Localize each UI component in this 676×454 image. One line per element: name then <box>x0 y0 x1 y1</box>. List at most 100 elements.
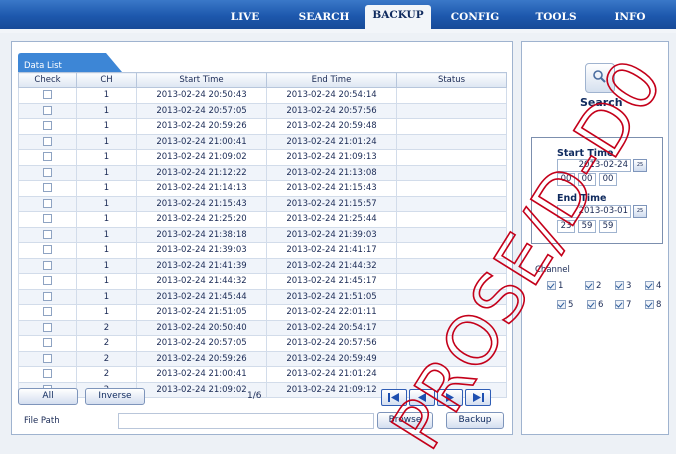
table-row[interactable]: 1 2013-02-24 21:41:39 2013-02-24 21:44:32 <box>18 257 507 274</box>
row-ch-cell: 1 <box>76 180 137 197</box>
table-row[interactable]: 1 2013-02-24 20:59:26 2013-02-24 20:59:48 <box>18 118 507 135</box>
tab-info[interactable]: INFO <box>600 7 660 29</box>
end-minute-field[interactable]: 59 <box>578 220 596 233</box>
end-calendar-icon[interactable]: 25 <box>633 205 647 218</box>
tab-live[interactable]: LIVE <box>214 7 276 29</box>
table-header-row: Check CH Start Time End Time Status <box>18 72 507 88</box>
row-check-cell <box>18 257 77 274</box>
row-check-cell <box>18 102 77 119</box>
row-check-cell <box>18 149 77 166</box>
row-end-time-cell: 2013-02-24 21:13:08 <box>266 164 397 181</box>
next-page-button[interactable] <box>437 389 463 406</box>
row-check-cell <box>18 288 77 305</box>
search-button[interactable] <box>585 63 615 93</box>
table-row[interactable]: 2 2013-02-24 20:57:05 2013-02-24 20:57:56 <box>18 335 507 352</box>
table-row[interactable]: 1 2013-02-24 21:14:13 2013-02-24 21:15:43 <box>18 180 507 197</box>
row-end-time-cell: 2013-02-24 21:25:44 <box>266 211 397 228</box>
start-calendar-icon[interactable]: 25 <box>633 159 647 172</box>
row-checkbox[interactable] <box>43 260 52 270</box>
row-checkbox[interactable] <box>43 214 52 224</box>
tab-search[interactable]: SEARCH <box>289 7 359 29</box>
column-header-ch: CH <box>76 72 137 88</box>
table-row[interactable]: 1 2013-02-24 21:09:02 2013-02-24 21:09:13 <box>18 149 507 166</box>
tab-tools[interactable]: TOOLS <box>524 7 588 29</box>
start-second-field[interactable]: 00 <box>599 173 617 186</box>
row-ch-cell: 1 <box>76 133 137 150</box>
end-second-field[interactable]: 59 <box>599 220 617 233</box>
start-hour-field[interactable]: 00 <box>557 173 575 186</box>
row-checkbox[interactable] <box>43 307 52 317</box>
select-all-button[interactable]: All <box>18 388 78 405</box>
row-status-cell <box>396 304 507 321</box>
row-checkbox[interactable] <box>43 152 52 162</box>
channel-4-checkbox[interactable]: 4 <box>645 281 661 291</box>
row-end-time-cell: 2013-02-24 20:57:56 <box>266 335 397 352</box>
inverse-selection-button[interactable]: Inverse <box>85 388 145 405</box>
row-ch-cell: 1 <box>76 211 137 228</box>
row-checkbox[interactable] <box>43 369 52 379</box>
table-row[interactable]: 1 2013-02-24 21:25:20 2013-02-24 21:25:44 <box>18 211 507 228</box>
table-row[interactable]: 1 2013-02-24 21:38:18 2013-02-24 21:39:03 <box>18 226 507 243</box>
tab-config[interactable]: CONFIG <box>438 7 512 29</box>
row-checkbox[interactable] <box>43 121 52 131</box>
first-page-button[interactable] <box>381 389 407 406</box>
checkbox-checked-icon <box>645 281 654 290</box>
channel-2-checkbox[interactable]: 2 <box>585 281 601 291</box>
browse-button[interactable]: Browse <box>377 412 433 429</box>
row-checkbox[interactable] <box>43 245 52 255</box>
table-row[interactable]: 1 2013-02-24 21:45:44 2013-02-24 21:51:05 <box>18 288 507 305</box>
row-checkbox[interactable] <box>43 183 52 193</box>
channel-5-checkbox[interactable]: 5 <box>557 300 573 310</box>
last-page-button[interactable] <box>465 389 491 406</box>
row-checkbox[interactable] <box>43 90 52 100</box>
row-checkbox[interactable] <box>43 105 52 115</box>
row-check-cell <box>18 180 77 197</box>
row-checkbox[interactable] <box>43 229 52 239</box>
table-row[interactable]: 1 2013-02-24 21:00:41 2013-02-24 21:01:24 <box>18 133 507 150</box>
end-hour-field[interactable]: 23 <box>557 220 575 233</box>
row-ch-cell: 2 <box>76 335 137 352</box>
table-row[interactable]: 1 2013-02-24 21:44:32 2013-02-24 21:45:17 <box>18 273 507 290</box>
first-page-icon <box>388 393 399 402</box>
row-checkbox[interactable] <box>43 276 52 286</box>
channel-1-checkbox[interactable]: 1 <box>547 281 563 291</box>
row-start-time-cell: 2013-02-24 20:50:40 <box>136 319 267 336</box>
search-label[interactable]: Search <box>580 96 623 109</box>
table-row[interactable]: 1 2013-02-24 20:50:43 2013-02-24 20:54:14 <box>18 87 507 104</box>
table-row[interactable]: 2 2013-02-24 20:50:40 2013-02-24 20:54:17 <box>18 319 507 336</box>
row-end-time-cell: 2013-02-24 22:01:11 <box>266 304 397 321</box>
start-minute-field[interactable]: 00 <box>578 173 596 186</box>
row-checkbox[interactable] <box>43 198 52 208</box>
row-ch-cell: 1 <box>76 242 137 259</box>
table-row[interactable]: 1 2013-02-24 21:15:43 2013-02-24 21:15:57 <box>18 195 507 212</box>
row-end-time-cell: 2013-02-24 21:01:24 <box>266 366 397 383</box>
start-date-field[interactable]: 2013-02-24 <box>557 159 631 172</box>
table-row[interactable]: 1 2013-02-24 21:39:03 2013-02-24 21:41:17 <box>18 242 507 259</box>
checkbox-checked-icon <box>587 300 596 309</box>
channel-6-checkbox[interactable]: 6 <box>587 300 603 310</box>
checkbox-checked-icon <box>615 300 624 309</box>
prev-page-button[interactable] <box>409 389 435 406</box>
channel-8-checkbox[interactable]: 8 <box>645 300 661 310</box>
row-checkbox[interactable] <box>43 167 52 177</box>
row-checkbox[interactable] <box>43 322 52 332</box>
backup-button[interactable]: Backup <box>446 412 504 429</box>
row-start-time-cell: 2013-02-24 21:51:05 <box>136 304 267 321</box>
row-checkbox[interactable] <box>43 338 52 348</box>
channel-3-checkbox[interactable]: 3 <box>615 281 631 291</box>
table-row[interactable]: 1 2013-02-24 21:12:22 2013-02-24 21:13:08 <box>18 164 507 181</box>
checkbox-checked-icon <box>615 281 624 290</box>
row-checkbox[interactable] <box>43 136 52 146</box>
row-start-time-cell: 2013-02-24 21:45:44 <box>136 288 267 305</box>
channel-7-checkbox[interactable]: 7 <box>615 300 631 310</box>
tab-backup[interactable]: BACKUP <box>365 5 431 29</box>
table-row[interactable]: 2 2013-02-24 21:00:41 2013-02-24 21:01:24 <box>18 366 507 383</box>
table-row[interactable]: 1 2013-02-24 20:57:05 2013-02-24 20:57:56 <box>18 102 507 119</box>
end-date-field[interactable]: 2013-03-01 <box>557 205 631 218</box>
row-checkbox[interactable] <box>43 353 52 363</box>
table-row[interactable]: 2 2013-02-24 20:59:26 2013-02-24 20:59:49 <box>18 350 507 367</box>
row-end-time-cell: 2013-02-24 21:15:57 <box>266 195 397 212</box>
table-row[interactable]: 1 2013-02-24 21:51:05 2013-02-24 22:01:11 <box>18 304 507 321</box>
row-checkbox[interactable] <box>43 291 52 301</box>
file-path-input[interactable] <box>118 413 374 429</box>
